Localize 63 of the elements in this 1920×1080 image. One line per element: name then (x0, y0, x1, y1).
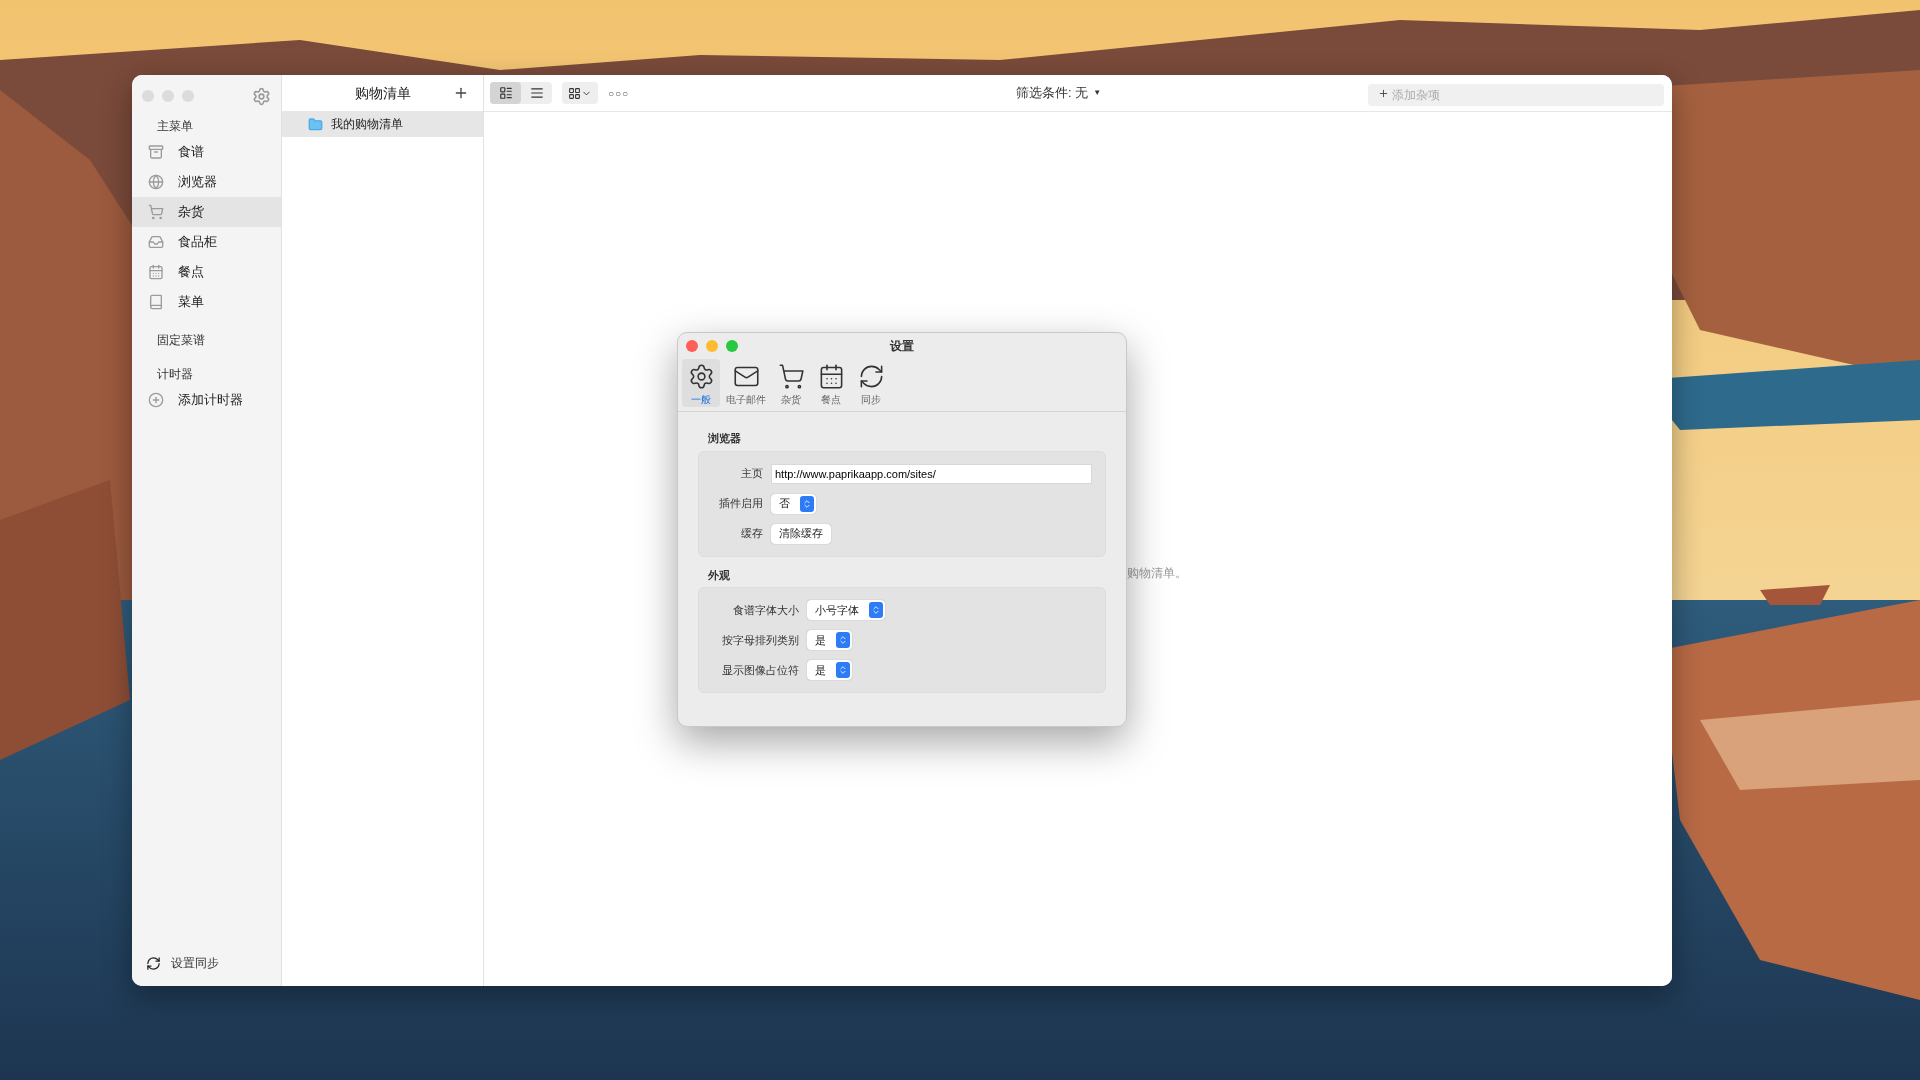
popup-button[interactable]: 否 (771, 493, 816, 514)
view-toggle[interactable] (490, 82, 521, 104)
grid-icon (568, 86, 581, 100)
folder-icon (308, 116, 323, 132)
popup-button[interactable]: 是 (807, 660, 852, 680)
field-label: 按字母排列类别 (721, 632, 799, 648)
empty-state-text: 购物清单。 (1127, 565, 1187, 582)
section-heading: 主菜单 (156, 118, 194, 135)
sidebar-item[interactable]: 添加计时器 (132, 385, 281, 415)
clear-cache-button[interactable]: 清除缓存 (771, 523, 831, 544)
close-button[interactable] (686, 340, 698, 352)
caret-icon[interactable]: ▼ (1093, 87, 1102, 99)
plus-icon (1378, 87, 1389, 99)
group-heading: 外观 (708, 567, 730, 583)
list-item[interactable]: 我的购物清单 (282, 111, 483, 137)
settings-tab[interactable]: 一般 (682, 359, 720, 407)
add-icon[interactable] (453, 85, 469, 101)
filter-menu[interactable]: 筛选条件: 无 (1016, 83, 1089, 103)
stepper-arrows-icon (836, 662, 850, 678)
sidebar-item[interactable]: 浏览器 (132, 167, 281, 197)
sync-icon (146, 955, 161, 971)
window-title: 设置 (890, 338, 914, 355)
plus-circle-icon (148, 392, 164, 408)
group-heading: 浏览器 (708, 431, 741, 446)
sync-setup-link[interactable]: 设置同步 (171, 954, 219, 972)
pane-title: 购物清单 (354, 83, 411, 103)
sidebar-item[interactable]: 菜单 (132, 287, 281, 317)
sidebar-item[interactable]: 食品柜 (132, 227, 281, 257)
globe-icon (148, 174, 164, 190)
settings-tab[interactable]: 餐点 (812, 359, 850, 407)
sidebar-item[interactable]: 杂货 (132, 197, 281, 227)
detail-list-icon (498, 86, 513, 100)
settings-tab[interactable]: 杂货 (772, 359, 810, 407)
sidebar-item[interactable]: 食谱 (132, 137, 281, 167)
popup-button[interactable]: 小号字体 (807, 600, 885, 620)
field-label: 食谱字体大小 (732, 602, 799, 618)
settings-tab[interactable]: 电子邮件 (722, 359, 770, 407)
zoom-button[interactable] (726, 340, 738, 352)
homepage-field[interactable]: http://www.paprikaapp.com/sites/ (771, 463, 1092, 484)
section-heading: 固定菜谱 (156, 332, 206, 349)
field-label: 显示图像占位符 (721, 662, 799, 678)
more-button[interactable]: ○○○ (608, 85, 630, 101)
add-item-field[interactable]: 添加杂项 (1368, 84, 1664, 106)
tray-icon (148, 234, 164, 250)
sidebar-item[interactable]: 餐点 (132, 257, 281, 287)
list-lines-icon (529, 86, 544, 100)
field-label: 缓存 (740, 526, 763, 542)
field-label: 插件启用 (718, 496, 763, 512)
popup-button[interactable]: 是 (807, 630, 852, 650)
field-label: 主页 (740, 466, 763, 482)
grid-menu-button[interactable] (562, 82, 598, 104)
settings-tab[interactable]: 同步 (852, 359, 890, 407)
cart-icon (777, 363, 805, 390)
section-heading: 计时器 (156, 366, 194, 383)
book-icon (148, 294, 164, 310)
stepper-arrows-icon (800, 495, 814, 512)
archive-icon (148, 144, 164, 160)
minimize-button[interactable] (706, 340, 718, 352)
settings-icon[interactable] (252, 86, 271, 106)
cart-icon (148, 204, 164, 220)
stepper-arrows-icon (836, 632, 850, 648)
calendar-icon (148, 264, 164, 280)
stepper-arrows-icon (869, 602, 883, 618)
